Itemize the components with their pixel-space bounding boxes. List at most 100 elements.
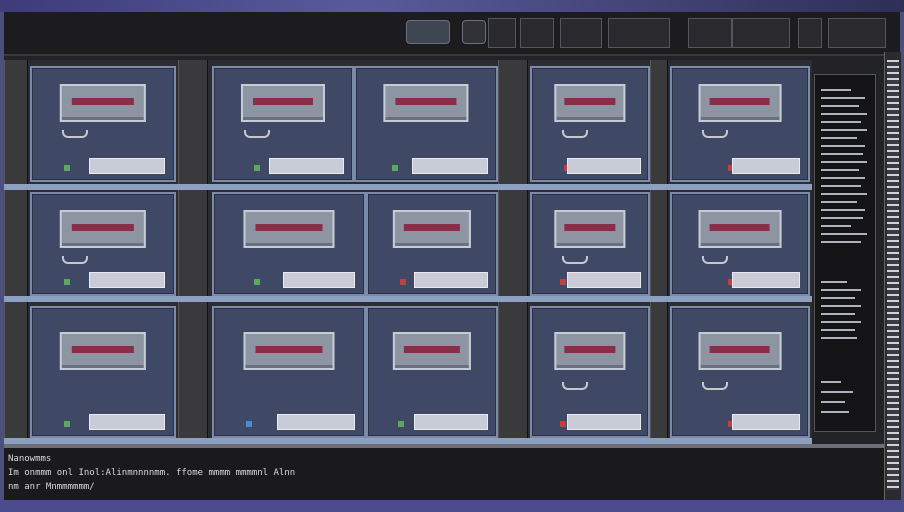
drawer-tray <box>277 414 355 430</box>
file-cabinet-c6[interactable] <box>30 192 176 296</box>
drawer-tray <box>731 272 800 288</box>
cabinet-label-text <box>564 346 616 353</box>
status-led <box>560 421 566 427</box>
drawer-handle[interactable] <box>244 130 270 138</box>
panel-text-line <box>821 233 867 235</box>
panel-text-line <box>821 225 851 227</box>
cabinet-label-plate <box>554 332 626 370</box>
cabinet-label-plate <box>59 332 147 370</box>
status-led <box>254 165 260 171</box>
drawer-tray <box>88 272 166 288</box>
toolbar-icon-slot[interactable] <box>798 18 822 48</box>
status-led <box>64 421 70 427</box>
drawer-handle[interactable] <box>702 130 728 138</box>
file-cabinet-c11[interactable] <box>30 306 176 438</box>
drawer-tray <box>566 158 642 174</box>
file-cabinet-c2[interactable] <box>212 66 354 182</box>
background-band-top <box>0 0 904 12</box>
details-side-panel <box>814 74 876 432</box>
drawer-handle[interactable] <box>562 382 588 390</box>
drawer-tray <box>566 272 642 288</box>
rack-pillar <box>178 60 208 444</box>
cabinet-label-plate <box>554 210 626 248</box>
scrollbar-thumb[interactable] <box>887 60 899 490</box>
file-cabinet-c7[interactable] <box>212 192 366 296</box>
drawer-tray <box>731 158 800 174</box>
drawer-tray <box>283 272 355 288</box>
cabinet-label-text <box>710 98 770 105</box>
cabinet-label-text <box>395 98 457 105</box>
cabinet-label-text <box>71 346 135 353</box>
drawer-handle[interactable] <box>702 256 728 264</box>
drawer-tray <box>88 414 166 430</box>
cabinet-label-text <box>255 346 323 353</box>
file-cabinet-c13[interactable] <box>366 306 498 438</box>
titlebar <box>4 12 900 56</box>
status-line-1: Nanowmms <box>8 454 52 464</box>
panel-text-line <box>821 297 855 299</box>
rack-pillar <box>498 60 528 444</box>
panel-text-line <box>821 337 857 339</box>
file-cabinet-c12[interactable] <box>212 306 366 438</box>
drawer-handle[interactable] <box>62 256 88 264</box>
toolbar-icon-slot[interactable] <box>488 18 516 48</box>
vertical-scrollbar[interactable] <box>884 52 901 502</box>
panel-text-line <box>821 121 861 123</box>
toolbar-readout <box>828 18 886 48</box>
cabinet-label-plate <box>698 210 782 248</box>
drawer-tray <box>269 158 344 174</box>
shelf-divider <box>4 296 812 302</box>
cabinet-label-text <box>71 224 135 231</box>
toolbar-icon-slot[interactable] <box>560 18 602 48</box>
cabinet-label-plate <box>698 332 782 370</box>
rack-pillar <box>650 60 668 444</box>
panel-text-line <box>821 289 861 291</box>
drawer-tray <box>412 158 488 174</box>
panel-text-line <box>821 321 861 323</box>
cabinet-grid <box>4 60 812 444</box>
panel-text-line <box>821 169 859 171</box>
window-control-button[interactable] <box>406 20 450 44</box>
rack-pillar <box>4 60 28 444</box>
drawer-handle[interactable] <box>562 130 588 138</box>
status-led <box>392 165 398 171</box>
panel-text-line <box>821 177 865 179</box>
file-cabinet-c9[interactable] <box>530 192 650 296</box>
cabinet-label-text <box>710 346 770 353</box>
panel-text-line <box>821 411 849 413</box>
file-cabinet-c10[interactable] <box>670 192 810 296</box>
status-bar: Nanowmms Im onmmm onl Inol:Alinmnnnnmm. … <box>4 444 884 506</box>
toolbar-readout <box>688 18 732 48</box>
drawer-handle[interactable] <box>562 256 588 264</box>
panel-text-line <box>821 185 861 187</box>
drawer-tray <box>414 414 489 430</box>
cabinet-label-text <box>564 224 616 231</box>
file-cabinet-c14[interactable] <box>530 306 650 438</box>
toolbar-icon-slot[interactable] <box>520 18 554 48</box>
cabinet-label-plate <box>59 210 147 248</box>
cabinet-label-text <box>710 224 770 231</box>
file-cabinet-c4[interactable] <box>530 66 650 182</box>
cabinet-label-text <box>564 98 616 105</box>
panel-text-line <box>821 241 861 243</box>
drawer-handle[interactable] <box>702 382 728 390</box>
status-led <box>398 421 404 427</box>
panel-text-line <box>821 381 841 383</box>
file-cabinet-c1[interactable] <box>30 66 176 182</box>
panel-text-line <box>821 281 847 283</box>
cabinet-label-text <box>252 98 314 105</box>
file-cabinet-c8[interactable] <box>366 192 498 296</box>
panel-text-line <box>821 161 867 163</box>
panel-text-line <box>821 391 853 393</box>
window-control-button[interactable] <box>462 20 486 44</box>
cabinet-label-text <box>255 224 323 231</box>
file-cabinet-c15[interactable] <box>670 306 810 438</box>
panel-text-line <box>821 153 863 155</box>
panel-text-line <box>821 193 867 195</box>
panel-text-line <box>821 145 865 147</box>
file-cabinet-c5[interactable] <box>670 66 810 182</box>
drawer-handle[interactable] <box>62 130 88 138</box>
panel-text-line <box>821 129 867 131</box>
shelf-divider <box>4 184 812 190</box>
file-cabinet-c3[interactable] <box>354 66 498 182</box>
